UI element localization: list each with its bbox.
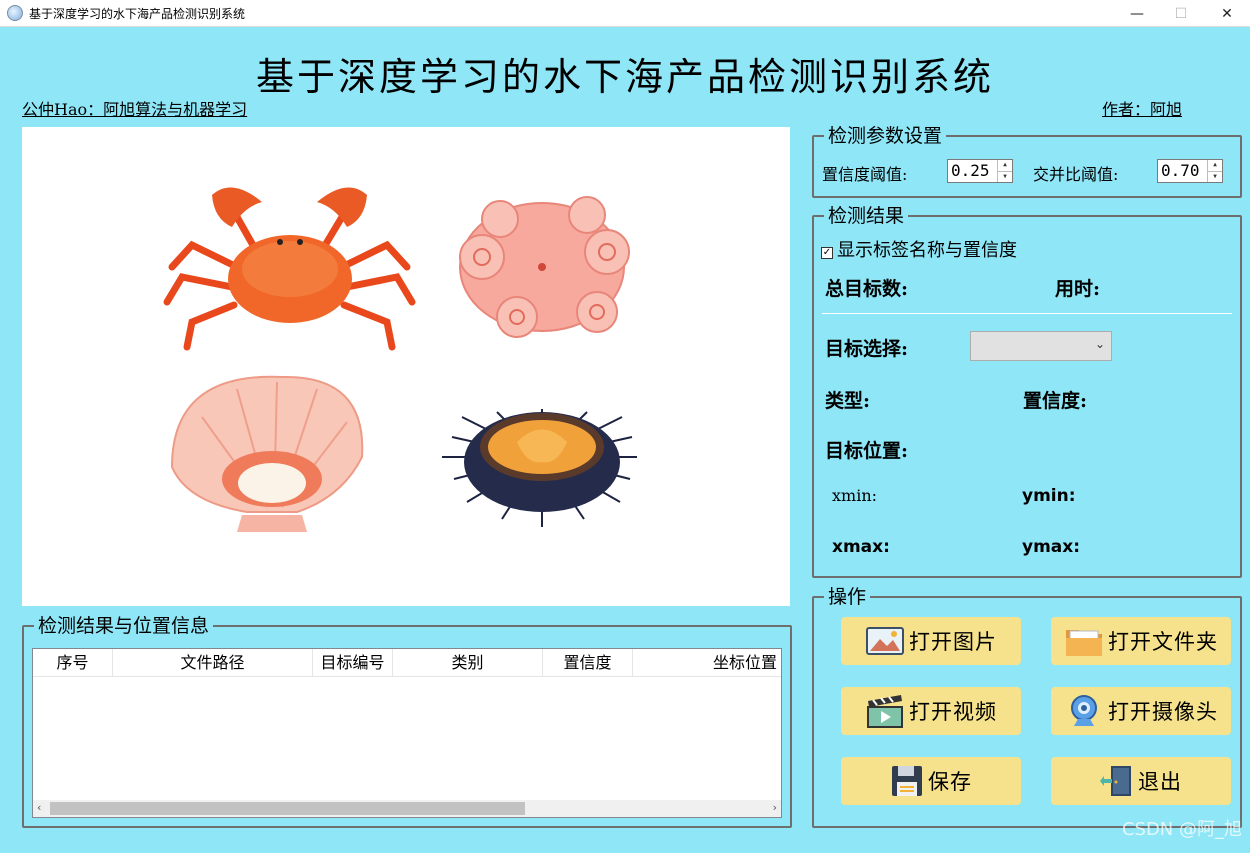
column-header[interactable]: 坐标位置 <box>633 649 781 677</box>
page-title: 基于深度学习的水下海产品检测识别系统 <box>255 55 994 99</box>
open-camera-label: 打开摄像头 <box>1108 700 1218 724</box>
sea-urchin-image <box>442 409 637 527</box>
column-header[interactable]: 目标编号 <box>313 649 393 677</box>
checkbox-checked-icon[interactable]: ✓ <box>821 247 833 259</box>
open-image-label: 打开图片 <box>909 630 997 654</box>
type-label: 类型: <box>825 390 871 412</box>
crab-image <box>163 187 416 351</box>
result-table[interactable]: 序号 文件路径 目标编号 类别 置信度 坐标位置 ‹ › <box>32 648 782 818</box>
webcam-icon <box>1071 695 1097 726</box>
image-icon <box>866 627 904 655</box>
maximize-button[interactable]: ☐ <box>1158 0 1204 27</box>
horizontal-scrollbar[interactable]: ‹ › <box>33 800 781 817</box>
conf-threshold-label: 置信度阈值: <box>822 165 908 184</box>
column-header[interactable]: 类别 <box>393 649 543 677</box>
target-position-label: 目标位置: <box>825 440 909 462</box>
window-title: 基于深度学习的水下海产品检测识别系统 <box>29 6 246 21</box>
spin-arrows-icon[interactable]: ▲ ▼ <box>1207 160 1222 182</box>
params-legend: 检测参数设置 <box>828 125 943 147</box>
open-image-button[interactable]: 打开图片 <box>841 617 1021 665</box>
confidence-label: 置信度: <box>1023 390 1088 412</box>
video-clapper-icon <box>867 695 903 728</box>
floppy-disk-icon <box>892 766 922 796</box>
save-button[interactable]: 保存 <box>841 757 1021 805</box>
column-header[interactable]: 序号 <box>33 649 113 677</box>
open-folder-label: 打开文件夹 <box>1108 630 1218 654</box>
spin-arrows-icon[interactable]: ▲ ▼ <box>997 160 1012 182</box>
exit-door-icon <box>1100 766 1131 796</box>
author-note: 作者：阿旭 <box>1102 100 1183 119</box>
folder-icon <box>1066 630 1102 656</box>
result-legend: 检测结果 <box>828 205 905 227</box>
image-display <box>22 127 790 606</box>
time-used-label: 用时: <box>1055 278 1101 300</box>
ymin-label: ymin: <box>1022 486 1076 506</box>
table-legend: 检测结果与位置信息 <box>38 615 210 637</box>
scroll-right-icon[interactable]: › <box>773 801 777 814</box>
open-video-button[interactable]: 打开视频 <box>841 687 1021 735</box>
scrollbar-thumb[interactable] <box>50 802 525 815</box>
table-header: 序号 文件路径 目标编号 类别 置信度 坐标位置 <box>33 649 781 677</box>
conf-threshold-value: 0.25 <box>951 161 990 180</box>
close-button[interactable]: ✕ <box>1204 0 1250 27</box>
scroll-left-icon[interactable]: ‹ <box>37 801 41 814</box>
ymax-label: ymax: <box>1022 537 1081 557</box>
iou-threshold-label: 交并比阈值: <box>1033 165 1119 184</box>
open-video-label: 打开视频 <box>909 700 997 724</box>
iou-threshold-spinbox[interactable]: 0.70 ▲ ▼ <box>1157 159 1223 183</box>
show-labels-checkbox[interactable]: ✓ 显示标签名称与置信度 <box>821 236 1017 262</box>
app-icon <box>7 5 23 21</box>
open-folder-button[interactable]: 打开文件夹 <box>1051 617 1231 665</box>
iou-threshold-value: 0.70 <box>1161 161 1200 180</box>
open-camera-button[interactable]: 打开摄像头 <box>1051 687 1231 735</box>
xmin-label: xmin: <box>832 486 878 505</box>
ops-legend: 操作 <box>828 586 867 608</box>
save-label: 保存 <box>928 770 972 794</box>
wechat-note: 公仲Hao：阿旭算法与机器学习 <box>22 100 248 119</box>
octopus-image <box>459 196 630 338</box>
conf-threshold-spinbox[interactable]: 0.25 ▲ ▼ <box>947 159 1013 183</box>
column-header[interactable]: 置信度 <box>543 649 633 677</box>
target-select-dropdown[interactable]: ⌄ <box>970 331 1112 361</box>
scallop-image <box>170 375 364 532</box>
chevron-down-icon: ⌄ <box>1094 337 1105 351</box>
total-targets-label: 总目标数: <box>825 278 909 300</box>
window-titlebar: 基于深度学习的水下海产品检测识别系统 — ☐ ✕ <box>0 0 1250 27</box>
exit-button[interactable]: 退出 <box>1051 757 1231 805</box>
column-header[interactable]: 文件路径 <box>113 649 313 677</box>
seafood-illustration <box>163 187 637 532</box>
result-divider <box>822 313 1232 314</box>
show-labels-text: 显示标签名称与置信度 <box>837 240 1017 261</box>
minimize-button[interactable]: — <box>1114 0 1160 27</box>
xmax-label: xmax: <box>832 537 890 557</box>
watermark: CSDN @阿_旭 <box>1121 819 1242 840</box>
exit-label: 退出 <box>1138 770 1182 794</box>
target-select-label: 目标选择: <box>825 338 909 360</box>
